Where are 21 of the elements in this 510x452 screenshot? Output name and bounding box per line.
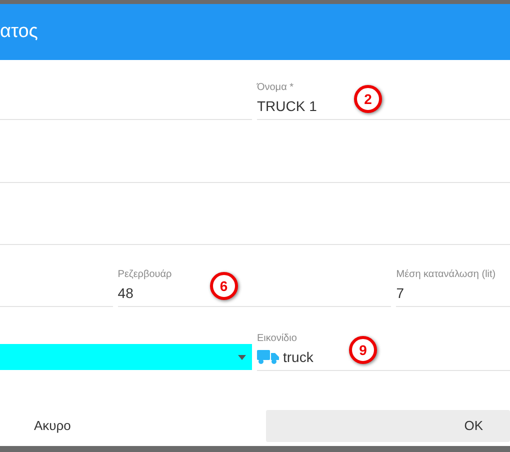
color-dropdown[interactable] [0,344,252,370]
field-label: Όνομα * [257,82,295,94]
caret-icon [238,354,246,360]
input-field[interactable]: Εικονίδιο truck 9 [257,307,510,371]
field-value: TRUCK 1 [257,96,317,115]
truck-icon [257,349,279,364]
callout-number: 9 [349,336,377,364]
input-field[interactable]: Ρεζερβουάρ 48 6 [118,245,392,307]
field-value: 48 [118,284,134,302]
field-label: Μέση κατανάλωση (lit) [396,268,497,281]
field-label: Ρεζερβουάρ [118,268,173,281]
field-value: 7 [396,284,404,302]
input-field[interactable]: Όνομα * TRUCK 1 2 [257,60,510,120]
cancel-button[interactable]: Ακυρο [0,416,105,436]
field-value: truck [283,348,314,366]
dialog-title: ατος [0,20,38,44]
input-field[interactable]: Μέση κατανάλωση (lit) 7 [396,245,510,307]
callout-number: 6 [210,272,238,300]
callout-number: 2 [354,85,382,113]
ok-button[interactable]: OK [266,410,510,442]
field-label: Εικονίδιο [257,332,298,345]
